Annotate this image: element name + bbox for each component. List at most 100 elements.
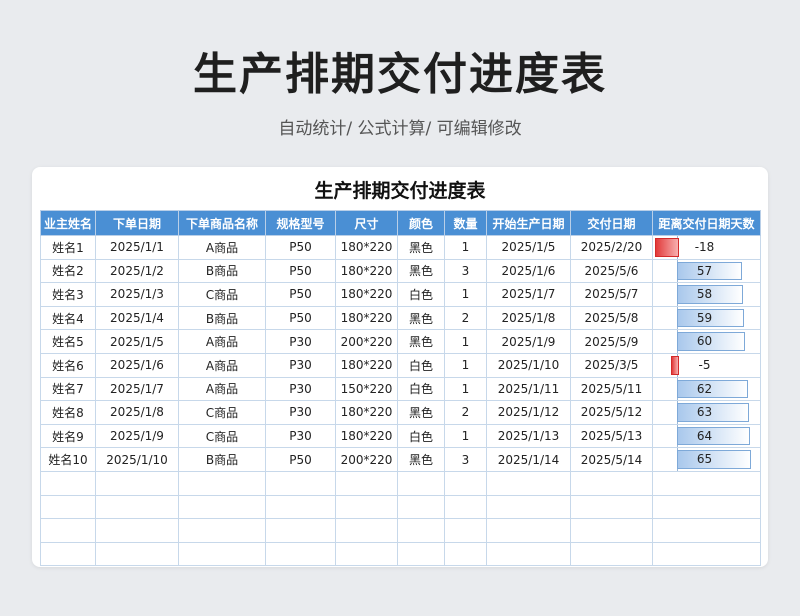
empty-cell[interactable] (486, 518, 571, 543)
cell-product-name[interactable]: A商品 (178, 235, 266, 260)
cell-size[interactable]: 180*220 (335, 423, 398, 449)
cell-days-remaining[interactable]: 57 (652, 258, 761, 284)
cell-delivery-date[interactable]: 2025/2/20 (570, 235, 653, 260)
cell-size[interactable]: 200*220 (335, 447, 398, 472)
cell-order-date[interactable]: 2025/1/2 (95, 258, 179, 284)
cell-size[interactable]: 180*220 (335, 258, 398, 284)
cell-size[interactable]: 200*220 (335, 329, 398, 354)
empty-cell[interactable] (40, 518, 96, 543)
cell-owner-name[interactable]: 姓名6 (40, 352, 96, 378)
cell-spec-model[interactable]: P30 (265, 352, 336, 378)
cell-owner-name[interactable]: 姓名8 (40, 400, 96, 425)
cell-start-date[interactable]: 2025/1/6 (486, 258, 571, 284)
cell-delivery-date[interactable]: 2025/5/9 (570, 329, 653, 354)
empty-cell[interactable] (397, 494, 445, 520)
empty-cell[interactable] (397, 470, 445, 496)
empty-cell[interactable] (95, 518, 179, 543)
cell-owner-name[interactable]: 姓名1 (40, 235, 96, 260)
empty-cell[interactable] (570, 470, 653, 496)
cell-delivery-date[interactable]: 2025/3/5 (570, 352, 653, 378)
column-header-product-name[interactable]: 下单商品名称 (178, 210, 266, 236)
cell-days-remaining[interactable]: 60 (652, 329, 761, 354)
cell-product-name[interactable]: C商品 (178, 423, 266, 449)
cell-product-name[interactable]: A商品 (178, 352, 266, 378)
empty-cell[interactable] (265, 494, 336, 520)
empty-cell[interactable] (178, 470, 266, 496)
cell-start-date[interactable]: 2025/1/5 (486, 235, 571, 260)
empty-cell[interactable] (486, 541, 571, 567)
empty-cell[interactable] (335, 541, 398, 567)
cell-delivery-date[interactable]: 2025/5/12 (570, 400, 653, 425)
empty-cell[interactable] (652, 541, 761, 567)
cell-quantity[interactable]: 1 (444, 423, 487, 449)
column-header-days-remaining[interactable]: 距离交付日期天数 (652, 210, 761, 236)
cell-owner-name[interactable]: 姓名2 (40, 258, 96, 284)
empty-cell[interactable] (444, 518, 487, 543)
cell-product-name[interactable]: B商品 (178, 447, 266, 472)
cell-delivery-date[interactable]: 2025/5/8 (570, 305, 653, 331)
cell-quantity[interactable]: 2 (444, 400, 487, 425)
cell-quantity[interactable]: 1 (444, 329, 487, 354)
empty-cell[interactable] (486, 494, 571, 520)
cell-quantity[interactable]: 1 (444, 235, 487, 260)
cell-order-date[interactable]: 2025/1/3 (95, 282, 179, 307)
cell-color[interactable]: 黑色 (397, 447, 445, 472)
empty-cell[interactable] (40, 541, 96, 567)
empty-cell[interactable] (444, 494, 487, 520)
cell-order-date[interactable]: 2025/1/6 (95, 352, 179, 378)
cell-owner-name[interactable]: 姓名4 (40, 305, 96, 331)
empty-cell[interactable] (652, 470, 761, 496)
empty-cell[interactable] (486, 470, 571, 496)
empty-cell[interactable] (40, 494, 96, 520)
empty-cell[interactable] (570, 494, 653, 520)
cell-quantity[interactable]: 1 (444, 376, 487, 402)
cell-color[interactable]: 黑色 (397, 400, 445, 425)
empty-cell[interactable] (652, 518, 761, 543)
empty-cell[interactable] (178, 518, 266, 543)
cell-days-remaining[interactable]: 58 (652, 282, 761, 307)
cell-color[interactable]: 白色 (397, 352, 445, 378)
cell-product-name[interactable]: A商品 (178, 376, 266, 402)
cell-color[interactable]: 白色 (397, 376, 445, 402)
empty-cell[interactable] (652, 494, 761, 520)
cell-color[interactable]: 白色 (397, 282, 445, 307)
empty-cell[interactable] (397, 541, 445, 567)
cell-spec-model[interactable]: P30 (265, 329, 336, 354)
cell-start-date[interactable]: 2025/1/8 (486, 305, 571, 331)
cell-owner-name[interactable]: 姓名10 (40, 447, 96, 472)
empty-cell[interactable] (95, 541, 179, 567)
empty-cell[interactable] (444, 541, 487, 567)
column-header-delivery-date[interactable]: 交付日期 (570, 210, 653, 236)
column-header-spec-model[interactable]: 规格型号 (265, 210, 336, 236)
cell-quantity[interactable]: 1 (444, 282, 487, 307)
cell-delivery-date[interactable]: 2025/5/7 (570, 282, 653, 307)
empty-cell[interactable] (178, 494, 266, 520)
cell-start-date[interactable]: 2025/1/12 (486, 400, 571, 425)
cell-spec-model[interactable]: P50 (265, 282, 336, 307)
cell-start-date[interactable]: 2025/1/10 (486, 352, 571, 378)
cell-delivery-date[interactable]: 2025/5/6 (570, 258, 653, 284)
empty-cell[interactable] (444, 470, 487, 496)
cell-days-remaining[interactable]: -18 (652, 235, 761, 260)
cell-product-name[interactable]: C商品 (178, 282, 266, 307)
cell-delivery-date[interactable]: 2025/5/14 (570, 447, 653, 472)
cell-start-date[interactable]: 2025/1/11 (486, 376, 571, 402)
column-header-owner-name[interactable]: 业主姓名 (40, 210, 96, 236)
cell-color[interactable]: 白色 (397, 423, 445, 449)
column-header-color[interactable]: 颜色 (397, 210, 445, 236)
empty-cell[interactable] (40, 470, 96, 496)
cell-color[interactable]: 黑色 (397, 329, 445, 354)
empty-cell[interactable] (397, 518, 445, 543)
cell-color[interactable]: 黑色 (397, 235, 445, 260)
empty-cell[interactable] (265, 541, 336, 567)
cell-order-date[interactable]: 2025/1/1 (95, 235, 179, 260)
empty-cell[interactable] (265, 518, 336, 543)
cell-days-remaining[interactable]: 62 (652, 376, 761, 402)
cell-spec-model[interactable]: P50 (265, 447, 336, 472)
column-header-order-date[interactable]: 下单日期 (95, 210, 179, 236)
empty-cell[interactable] (95, 470, 179, 496)
empty-cell[interactable] (95, 494, 179, 520)
cell-days-remaining[interactable]: 63 (652, 400, 761, 425)
cell-product-name[interactable]: A商品 (178, 329, 266, 354)
cell-days-remaining[interactable]: 59 (652, 305, 761, 331)
